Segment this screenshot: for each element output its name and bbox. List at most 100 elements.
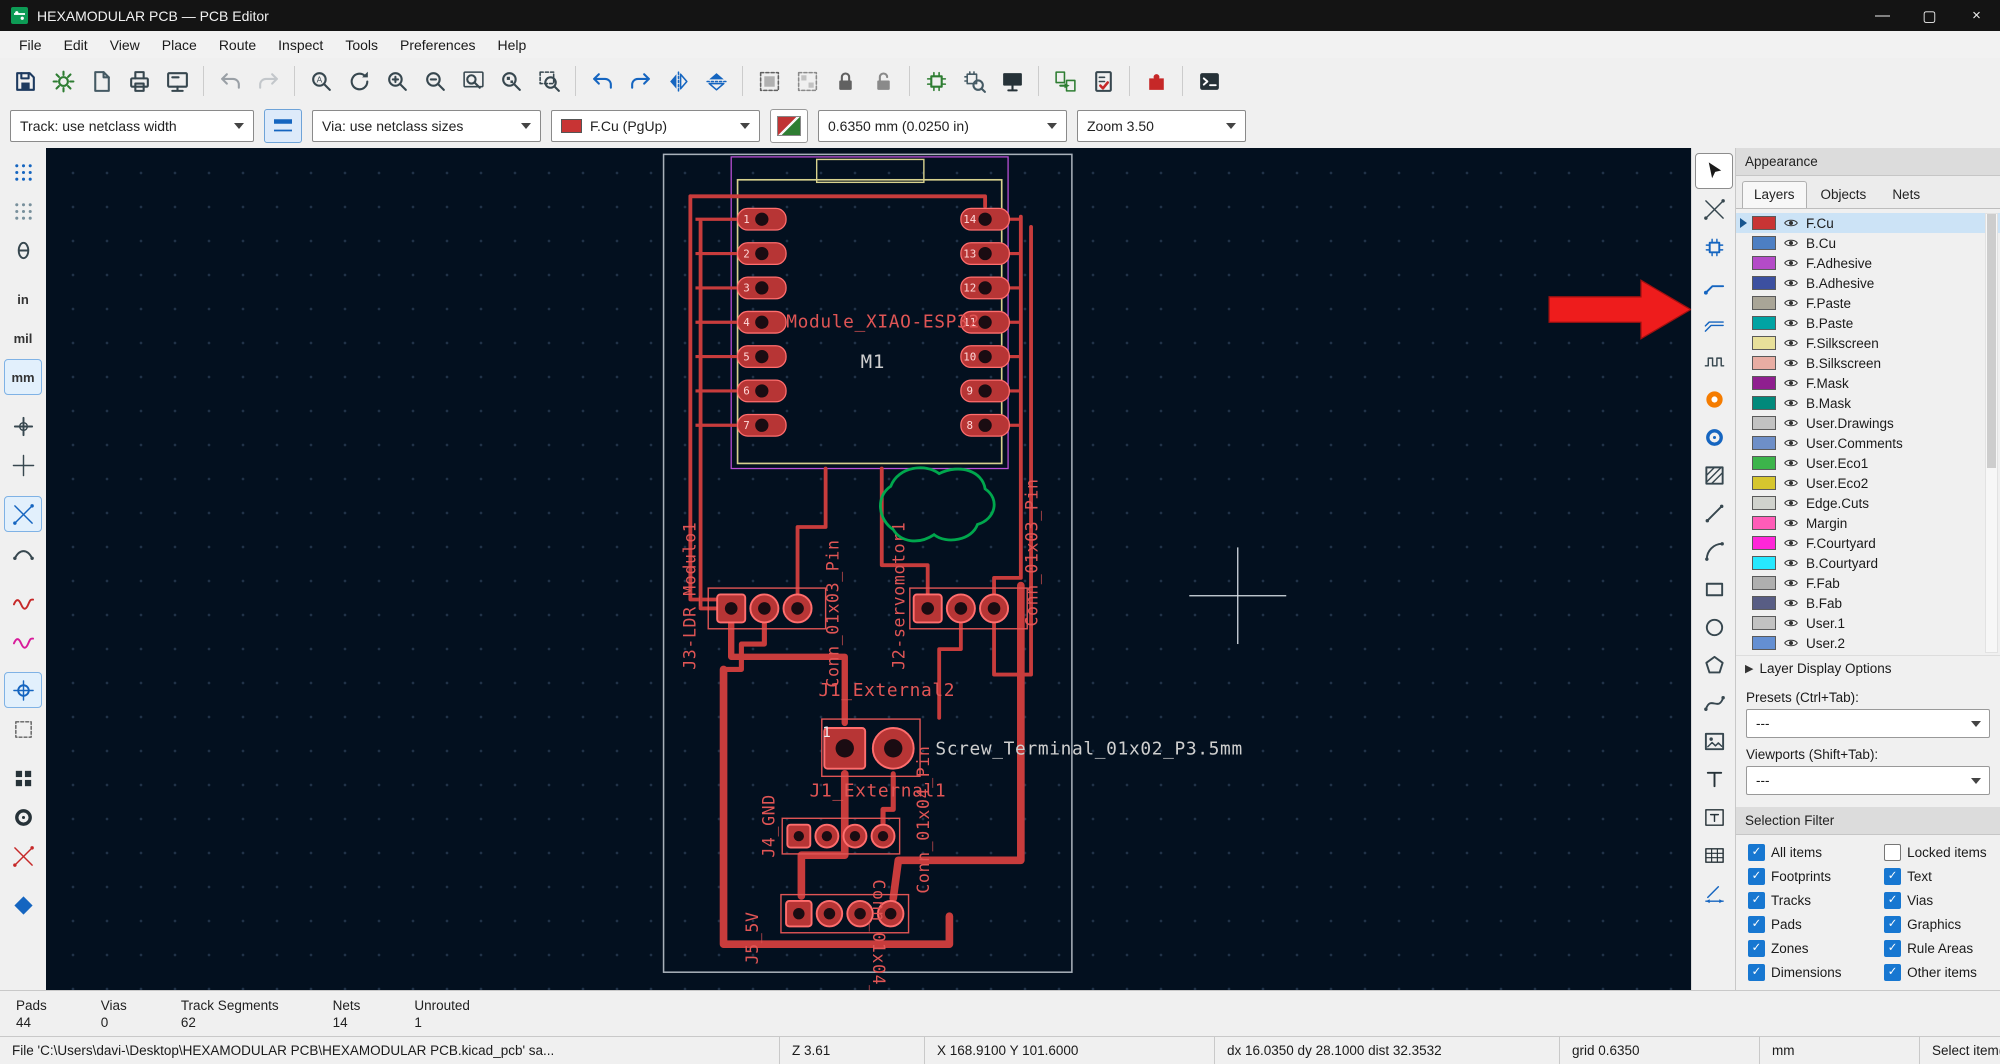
zoom-in-button[interactable] (378, 62, 416, 100)
filter-all-items[interactable]: ✓ All items (1748, 844, 1880, 861)
pcb-pad[interactable]: 10 (960, 345, 1010, 369)
undo-button[interactable] (211, 62, 249, 100)
curved-ratsnest-toggle[interactable] (4, 535, 42, 571)
layer-visibility-eye-icon[interactable] (1783, 255, 1799, 271)
auto-track-width-toggle[interactable] (264, 109, 302, 143)
layer-visibility-eye-icon[interactable] (1783, 635, 1799, 651)
layer-visibility-eye-icon[interactable] (1783, 595, 1799, 611)
units-inches-button[interactable]: in (4, 281, 42, 317)
refresh-button[interactable] (340, 62, 378, 100)
pcb-text[interactable]: J5_5V (743, 911, 762, 964)
group-button[interactable] (750, 62, 788, 100)
layer-visibility-eye-icon[interactable] (1783, 215, 1799, 231)
add-table-tool[interactable] (1695, 837, 1733, 873)
menu-preferences[interactable]: Preferences (389, 34, 486, 56)
page-settings-button[interactable] (82, 62, 120, 100)
cursor-shape-toggle[interactable] (4, 408, 42, 444)
pcb-text[interactable]: 1 (822, 725, 831, 741)
pcb-text[interactable]: M1 (861, 350, 885, 373)
layer-pair-button[interactable] (770, 109, 808, 143)
layer-color-swatch[interactable] (1752, 316, 1776, 330)
tune-track-length-tool[interactable] (1695, 343, 1733, 379)
route-tracks-tool[interactable] (1695, 267, 1733, 303)
layer-visibility-eye-icon[interactable] (1783, 475, 1799, 491)
footprint-browser-button[interactable] (955, 62, 993, 100)
units-mils-button[interactable]: mil (4, 320, 42, 356)
checkbox-checked-icon[interactable]: ✓ (1748, 916, 1765, 933)
high-contrast-mode-toggle[interactable] (4, 672, 42, 708)
draw-line-tool[interactable] (1695, 495, 1733, 531)
layer-color-swatch[interactable] (1752, 616, 1776, 630)
layer-color-swatch[interactable] (1752, 556, 1776, 570)
footprint-editor-button[interactable] (917, 62, 955, 100)
pcb-text[interactable]: J3-LDR_Modulo1 (680, 522, 699, 670)
checkbox-checked-icon[interactable]: ✓ (1748, 844, 1765, 861)
place-via-tool[interactable] (1695, 419, 1733, 455)
layer-color-swatch[interactable] (1752, 296, 1776, 310)
layer-row-b-courtyard[interactable]: B.Courtyard (1736, 553, 2000, 573)
pcb-footprint-j3[interactable] (707, 587, 827, 630)
drc-button[interactable] (1084, 62, 1122, 100)
add-dimension-tool[interactable] (1695, 875, 1733, 911)
minimize-button[interactable]: — (1859, 0, 1906, 31)
layer-row-user-comments[interactable]: User.Comments (1736, 433, 2000, 453)
grid-visibility-toggle[interactable] (4, 154, 42, 190)
show-ratsnest-toggle[interactable] (4, 496, 42, 532)
layer-visibility-eye-icon[interactable] (1783, 515, 1799, 531)
layer-color-swatch[interactable] (1752, 256, 1776, 270)
pcb-text[interactable]: J1_External2 (819, 680, 956, 701)
menu-file[interactable]: File (8, 34, 53, 56)
track-sketch-mode-toggle[interactable] (4, 584, 42, 620)
layer-visibility-eye-icon[interactable] (1783, 355, 1799, 371)
layer-visibility-eye-icon[interactable] (1783, 435, 1799, 451)
grid-overrides-toggle[interactable] (4, 193, 42, 229)
filter-graphics[interactable]: ✓ Graphics (1884, 916, 1996, 933)
scripting-console-button[interactable] (1190, 62, 1228, 100)
add-textbox-tool[interactable] (1695, 799, 1733, 835)
via-size-select[interactable]: Via: use netclass sizes (312, 110, 541, 142)
layer-row-user-eco2[interactable]: User.Eco2 (1736, 473, 2000, 493)
pcb-footprint-j2[interactable] (909, 587, 1028, 630)
grid-select[interactable]: 0.6350 mm (0.0250 in) (818, 110, 1067, 142)
layer-row-margin[interactable]: Margin (1736, 513, 2000, 533)
pcb-text[interactable]: Conn_01x03_Pin (823, 539, 842, 687)
layer-visibility-eye-icon[interactable] (1783, 535, 1799, 551)
pcb-pad[interactable]: 13 (960, 242, 1010, 266)
pcb-text[interactable]: J2-servomotor1 (890, 522, 909, 670)
active-layer-select[interactable]: F.Cu (PgUp) (551, 110, 760, 142)
update-pcb-from-schematic-button[interactable] (1046, 62, 1084, 100)
plugins-button[interactable] (1137, 62, 1175, 100)
draw-bezier-tool[interactable] (1695, 685, 1733, 721)
layer-visibility-eye-icon[interactable] (1783, 455, 1799, 471)
checkbox-checked-icon[interactable]: ✓ (1748, 892, 1765, 909)
layer-row-b-cu[interactable]: B.Cu (1736, 233, 2000, 253)
layer-color-swatch[interactable] (1752, 336, 1776, 350)
filter-locked-items[interactable]: Locked items (1884, 844, 1996, 861)
checkbox-checked-icon[interactable]: ✓ (1884, 916, 1902, 933)
track-width-select[interactable]: Track: use netclass width (10, 110, 254, 142)
checkbox-checked-icon[interactable]: ✓ (1748, 868, 1765, 885)
save-button[interactable] (6, 62, 44, 100)
pcb-pad[interactable]: 3 (736, 276, 787, 300)
add-filled-zone-tool[interactable] (1695, 457, 1733, 493)
layer-visibility-eye-icon[interactable] (1783, 575, 1799, 591)
search-button[interactable] (302, 62, 340, 100)
pcb-trace[interactable] (795, 466, 828, 596)
pcb-pad[interactable]: 2 (736, 242, 787, 266)
draw-polygon-tool[interactable] (1695, 647, 1733, 683)
plot-button[interactable] (158, 62, 196, 100)
unlock-button[interactable] (864, 62, 902, 100)
units-mm-button[interactable]: mm (4, 359, 42, 395)
draw-circle-tool[interactable] (1695, 609, 1733, 645)
checkbox-unchecked-icon[interactable] (1884, 844, 1902, 861)
pcb-text[interactable]: Conn_01x04_Pin (869, 879, 888, 990)
zone-display-mode-toggle[interactable] (4, 887, 42, 923)
pcb-footprint-j1[interactable] (821, 718, 921, 778)
layer-color-swatch[interactable] (1752, 476, 1776, 490)
place-footprint-tool[interactable] (1695, 229, 1733, 265)
lock-button[interactable] (826, 62, 864, 100)
polar-coordinates-toggle[interactable] (4, 232, 42, 268)
close-button[interactable]: × (1953, 0, 2000, 31)
layer-visibility-eye-icon[interactable] (1783, 235, 1799, 251)
checkbox-checked-icon[interactable]: ✓ (1884, 964, 1902, 981)
